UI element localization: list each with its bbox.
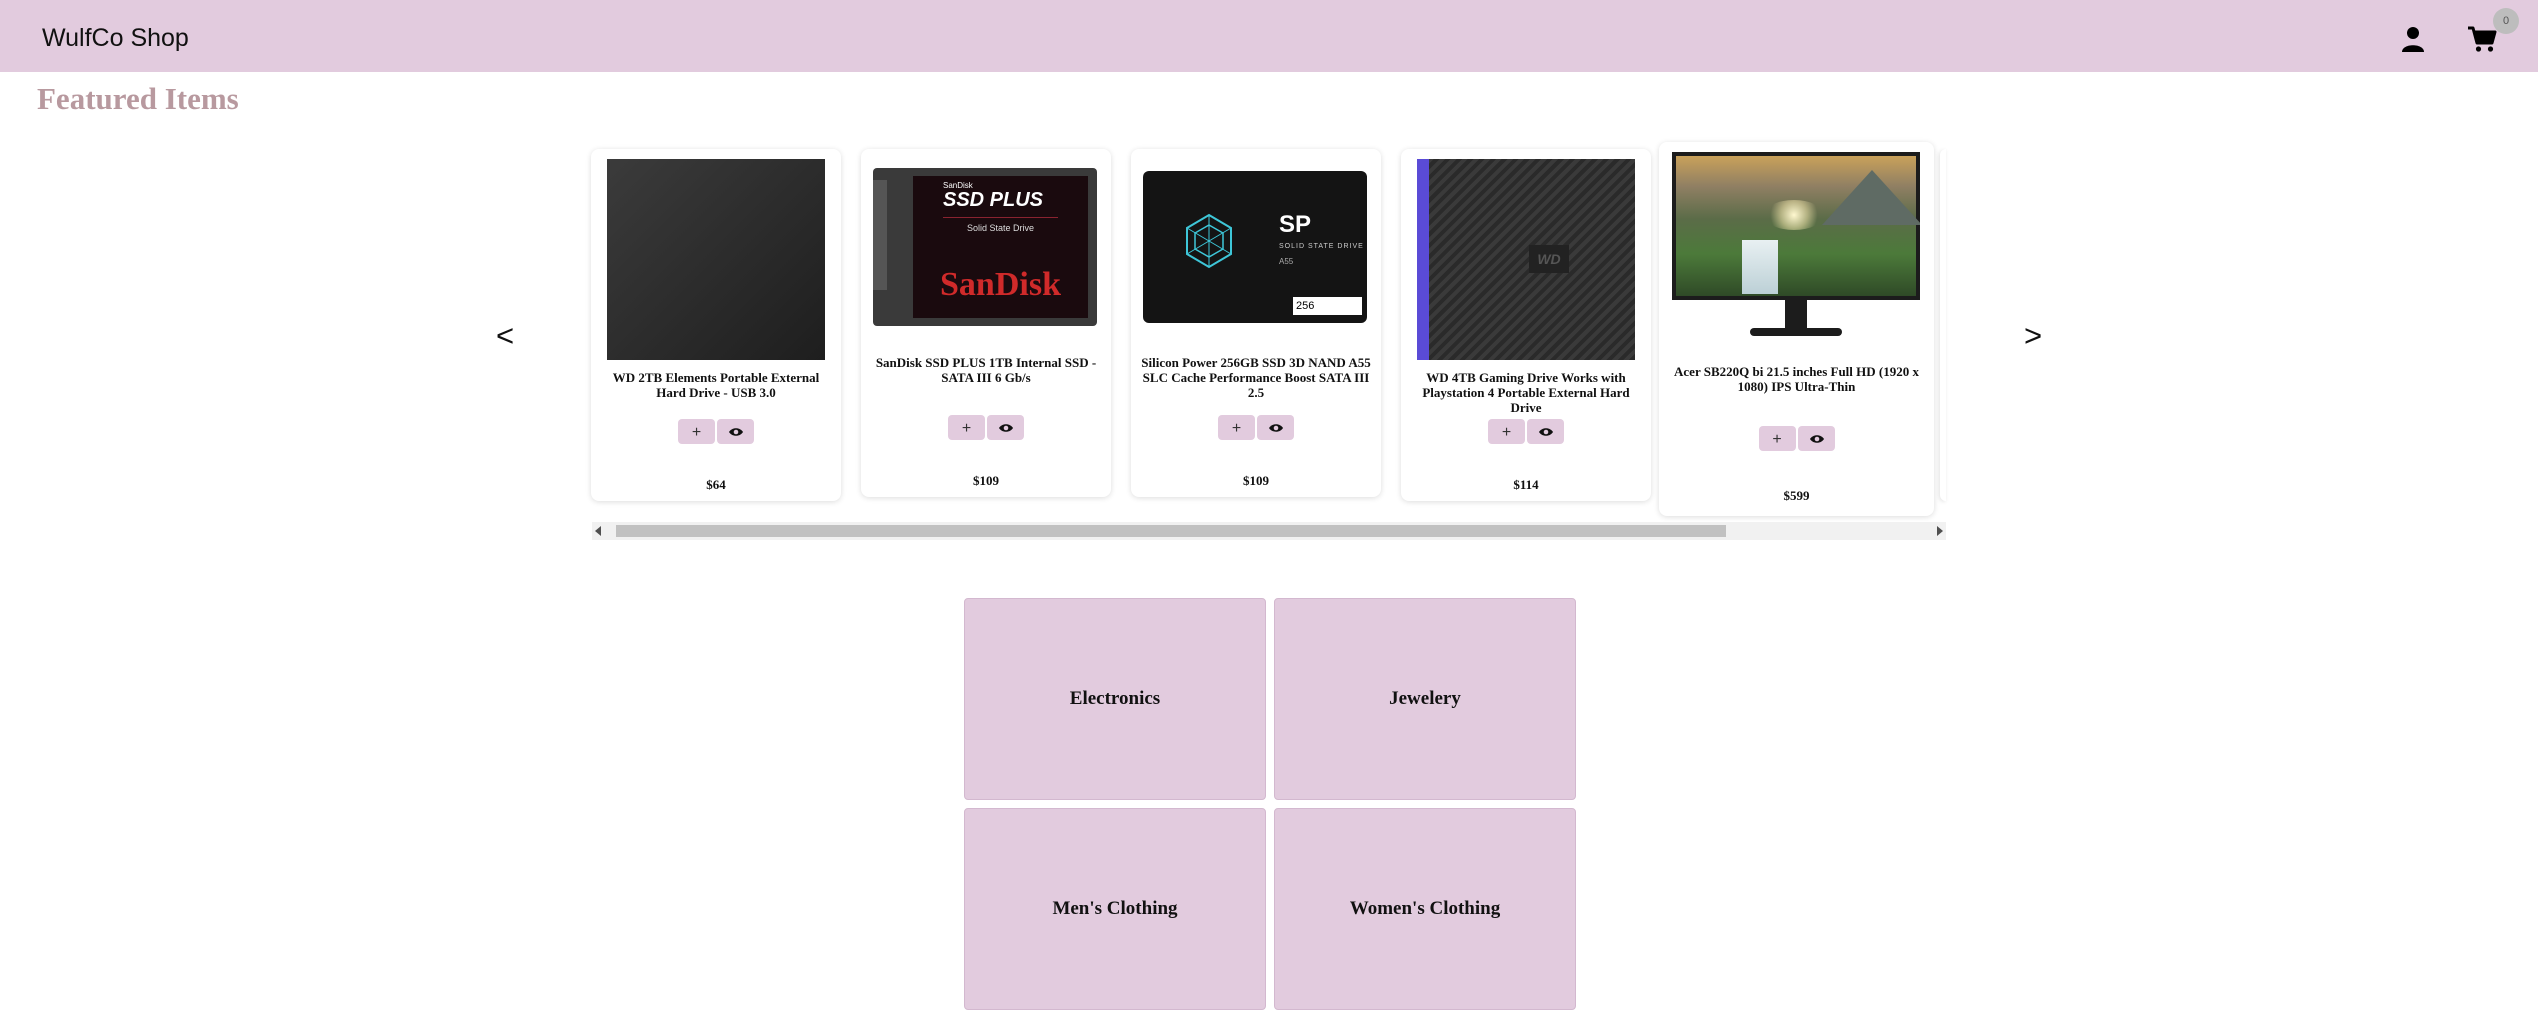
sandisk-logo-text: SanDisk (940, 266, 1061, 303)
add-to-cart-button[interactable]: + (1488, 419, 1525, 444)
eye-icon (729, 428, 743, 436)
product-name: Silicon Power 256GB SSD 3D NAND A55 SLC … (1141, 355, 1371, 400)
add-to-cart-button[interactable]: + (1758, 426, 1796, 451)
product-name: SanDisk SSD PLUS 1TB Internal SSD - SATA… (875, 355, 1097, 385)
shopping-cart-icon[interactable] (2467, 25, 2497, 53)
product-price: $599 (1783, 488, 1810, 503)
sp-logo-text: SP (1279, 211, 1312, 238)
top-header: WulfCo Shop 0 (0, 0, 2538, 72)
carousel-next-button[interactable]: > (2024, 318, 2042, 354)
solid-state-label: Solid State Drive (966, 223, 1035, 233)
brand-logo-text[interactable]: WulfCo Shop (42, 24, 189, 53)
product-card[interactable]: WD WD 4TB Gaming Drive Works with Playst… (1401, 149, 1651, 501)
add-to-cart-button[interactable]: + (1218, 415, 1255, 440)
product-name: WD 4TB Gaming Drive Works with Playstati… (1422, 370, 1630, 415)
eye-icon (1539, 428, 1553, 436)
eye-icon (1809, 435, 1824, 443)
category-tile-jewelery[interactable]: Jewelery (1274, 598, 1576, 800)
product-card[interactable]: WD 2TB Elements Portable External Hard D… (591, 149, 841, 501)
wd-logo-text: WD (1529, 245, 1569, 273)
view-product-button[interactable] (987, 415, 1024, 440)
product-card[interactable]: SP SOLID STATE DRIVE A55 256 Silicon Pow… (1131, 149, 1381, 497)
view-product-button[interactable] (1527, 419, 1564, 444)
cart-count-badge: 0 (2493, 8, 2519, 34)
product-name: WD 2TB Elements Portable External Hard D… (612, 370, 820, 400)
category-tile-electronics[interactable]: Electronics (964, 598, 1266, 800)
add-to-cart-button[interactable]: + (948, 415, 985, 440)
ssd-sub-label: SOLID STATE DRIVE (1279, 243, 1364, 250)
product-price: $109 (1243, 473, 1269, 488)
scroll-right-arrow-icon[interactable] (1937, 526, 1943, 536)
featured-items-heading: Featured Items (37, 81, 239, 116)
scrollbar-thumb[interactable] (616, 525, 1726, 537)
product-price: $64 (706, 477, 726, 492)
carousel-prev-button[interactable]: < (496, 318, 514, 354)
view-product-button[interactable] (1257, 415, 1294, 440)
product-card[interactable]: Acer SB220Q bi 21.5 inches Full HD (1920… (1659, 142, 1934, 516)
product-image (607, 159, 825, 360)
scroll-left-arrow-icon[interactable] (595, 526, 601, 536)
product-image (1672, 152, 1920, 338)
eye-icon (999, 424, 1013, 432)
view-product-button[interactable] (717, 419, 754, 444)
carousel-scrollbar[interactable] (592, 522, 1946, 540)
ssd-plus-label: SSD PLUS (943, 189, 1044, 211)
product-card-partial (1940, 149, 1946, 501)
product-card[interactable]: SanDisk SSD PLUS Solid State Drive SanDi… (861, 149, 1111, 497)
add-to-cart-button[interactable]: + (678, 419, 715, 444)
product-price: $109 (973, 473, 999, 488)
product-image: WD (1417, 159, 1635, 360)
capacity-label: 256 (1293, 297, 1362, 315)
user-icon[interactable] (2400, 25, 2426, 53)
view-product-button[interactable] (1797, 426, 1835, 451)
product-image: SanDisk SSD PLUS Solid State Drive SanDi… (873, 168, 1097, 326)
product-price: $114 (1513, 477, 1539, 492)
eye-icon (1269, 424, 1283, 432)
category-tile-womens-clothing[interactable]: Women's Clothing (1274, 808, 1576, 1010)
model-label: A55 (1279, 257, 1294, 266)
hexagon-logo-icon (1186, 213, 1232, 269)
product-name: Acer SB220Q bi 21.5 inches Full HD (1920… (1674, 364, 1919, 394)
category-tile-mens-clothing[interactable]: Men's Clothing (964, 808, 1266, 1010)
product-image: SP SOLID STATE DRIVE A55 256 (1143, 171, 1367, 323)
